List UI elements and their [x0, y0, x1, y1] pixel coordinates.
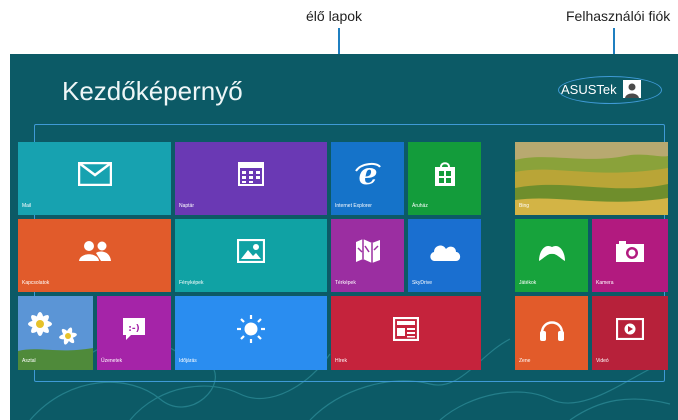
tile-label: Kamera [596, 280, 614, 286]
tile-label: Hírek [335, 358, 347, 364]
tile-skydrive[interactable]: SkyDrive [408, 219, 481, 292]
tile-label: Áruház [412, 203, 428, 209]
camera-icon [615, 239, 645, 263]
people-icon [78, 240, 112, 262]
tile-desktop[interactable]: Asztal [18, 296, 93, 370]
tile-calendar[interactable]: Naptár [175, 142, 327, 215]
tile-label: Mail [22, 203, 32, 209]
tile-weather[interactable]: Időjárás [175, 296, 327, 370]
tile-video[interactable]: Videó [592, 296, 668, 370]
tile-news[interactable]: Hírek [331, 296, 481, 370]
tile-camera[interactable]: Kamera [592, 219, 668, 292]
tile-label: Kapcsolatok [22, 280, 50, 286]
tile-maps[interactable]: Térképek [331, 219, 404, 292]
internet-explorer-icon: e [353, 159, 383, 189]
tile-mail[interactable]: Mail [18, 142, 171, 215]
cloud-icon [428, 240, 462, 262]
tile-store[interactable]: Áruház [408, 142, 481, 215]
messaging-icon: :-) [121, 316, 147, 342]
tile-label: Asztal [22, 358, 36, 364]
gamepad-icon [537, 239, 567, 263]
tile-label: Játékok [519, 280, 537, 286]
tile-label: Internet Explorer [335, 203, 372, 209]
tile-label: SkyDrive [412, 280, 433, 286]
tile-people[interactable]: Kapcsolatok [18, 219, 171, 292]
calendar-icon [238, 162, 264, 187]
tile-label: Naptár [179, 203, 195, 209]
store-icon [434, 161, 456, 187]
tile-bing[interactable]: Bing [515, 142, 668, 215]
tile-messaging[interactable]: :-) Üzenetek [97, 296, 171, 370]
news-icon [393, 316, 419, 341]
tile-music[interactable]: Zene [515, 296, 588, 370]
tile-label: Fényképek [179, 280, 204, 286]
user-account-highlight [558, 76, 662, 104]
svg-text::-): :-) [128, 324, 139, 334]
tile-internet-explorer[interactable]: e Internet Explorer [331, 142, 404, 215]
start-screen: Kezdőképernyő ASUSTek Mail Naptár e Inte… [10, 54, 678, 420]
mail-icon [77, 162, 112, 187]
landscape-photo [515, 142, 668, 215]
tile-label: Térképek [335, 280, 356, 286]
maps-icon [355, 238, 381, 264]
headphones-icon [538, 315, 566, 343]
tile-photos[interactable]: Fényképek [175, 219, 327, 292]
video-icon [616, 317, 644, 340]
tile-label: Videó [596, 358, 609, 364]
tile-label: Zene [519, 358, 531, 364]
sun-icon [236, 314, 266, 344]
tile-label: Üzenetek [101, 358, 123, 364]
tile-label: Bing [519, 203, 530, 209]
tile-games[interactable]: Játékok [515, 219, 588, 292]
live-tiles-callout-label: élő lapok [306, 8, 363, 24]
tile-label: Időjárás [179, 358, 197, 364]
photos-icon [237, 239, 265, 264]
user-account-callout-label: Felhasználói fiók [566, 8, 671, 24]
start-screen-title: Kezdőképernyő [62, 76, 243, 106]
